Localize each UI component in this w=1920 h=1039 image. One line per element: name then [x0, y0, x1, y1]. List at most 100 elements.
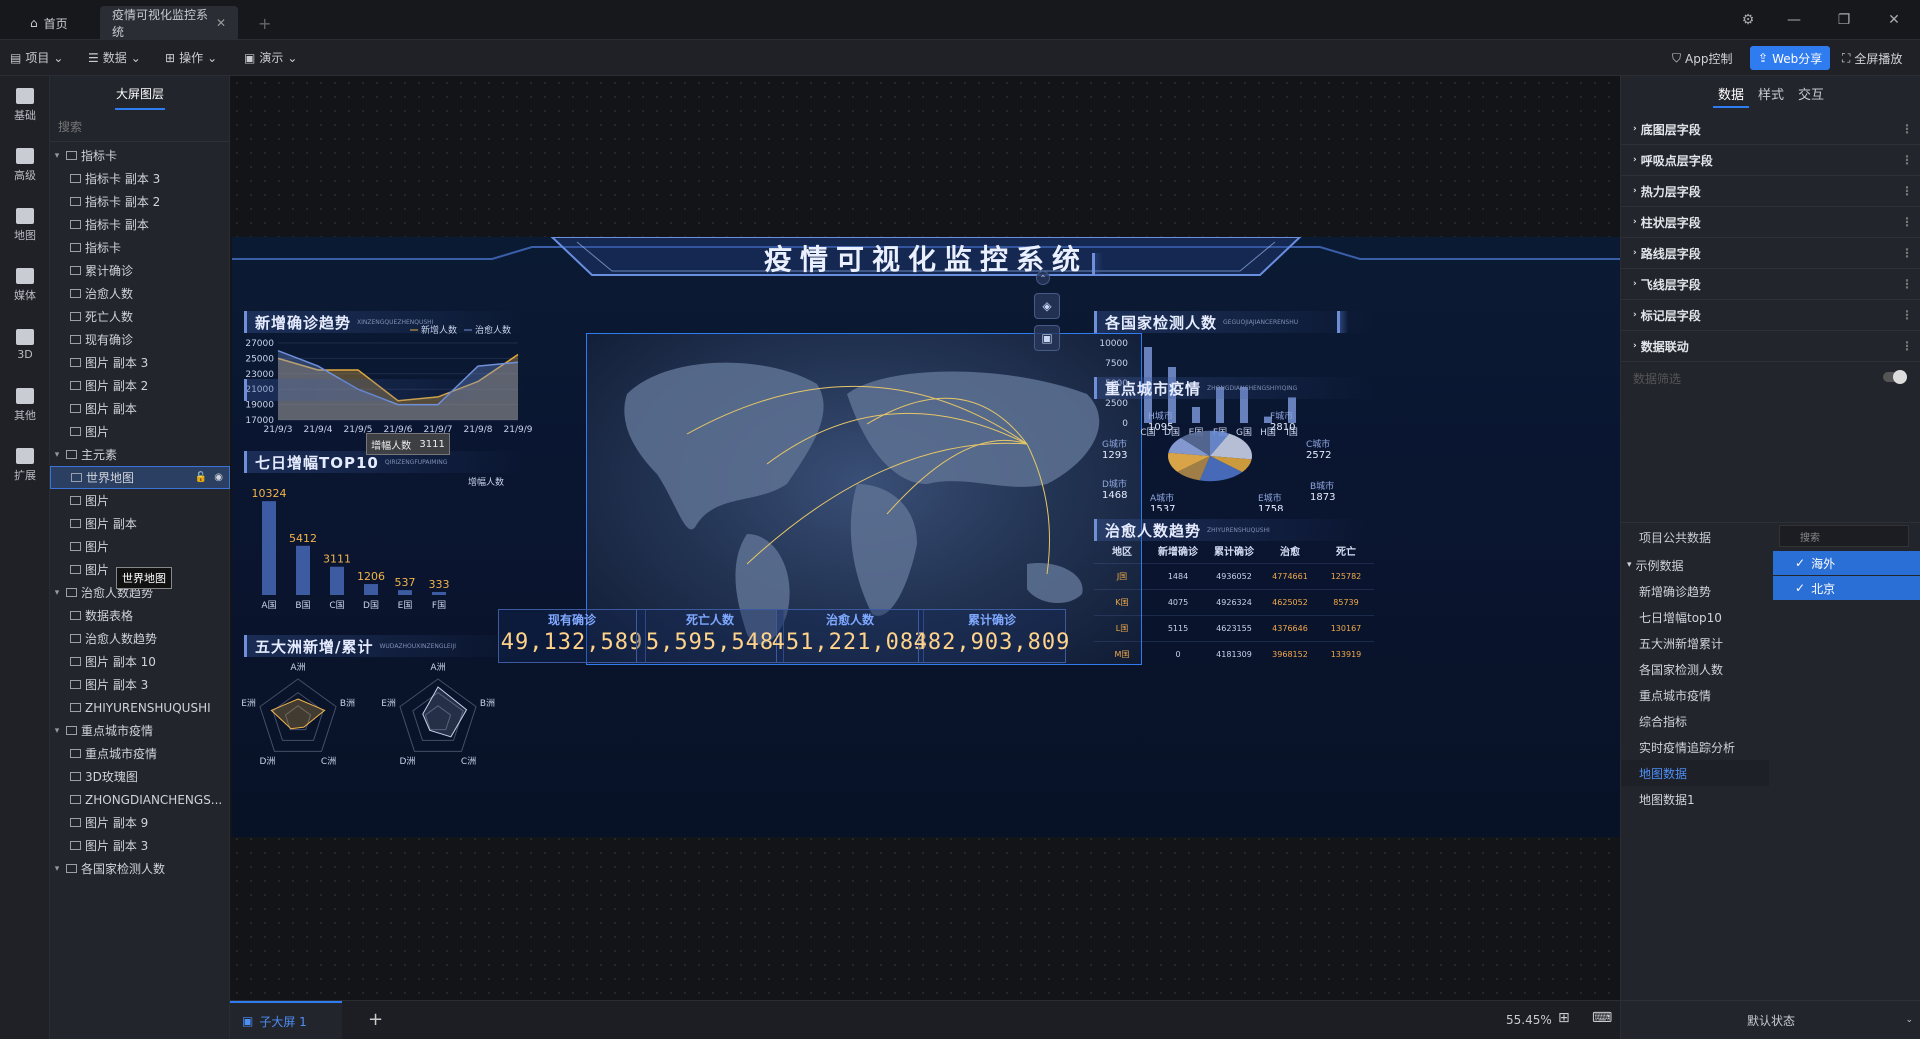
layer-item[interactable]: 图片 副本 2 [50, 374, 230, 397]
menu-operate[interactable]: ⊞ 操作 ⌄ [165, 49, 217, 66]
subscreen-tab[interactable]: ▣ 子大屏 1 [230, 1001, 342, 1039]
minimize-button[interactable]: — [1772, 0, 1816, 40]
layer-item[interactable]: 治愈人数趋势 [50, 627, 230, 650]
dataset-item[interactable]: 综合指标 [1621, 708, 1769, 734]
layer-group[interactable]: ▾ 重点城市疫情 [50, 719, 230, 742]
menu-demo[interactable]: ▣ 演示 ⌄ [244, 49, 297, 66]
dataset-item[interactable]: 地图数据 [1621, 760, 1769, 786]
more-icon[interactable]: ⋮ [1901, 153, 1913, 167]
field-section[interactable]: › 柱状层字段 ⋮ [1621, 207, 1920, 238]
tab-project[interactable]: 疫情可视化监控系统 ✕ [100, 6, 238, 40]
caret-icon[interactable]: ▾ [50, 450, 64, 460]
more-icon[interactable]: ⋮ [1901, 184, 1913, 198]
layer-item[interactable]: 治愈人数 [50, 282, 230, 305]
close-window-button[interactable]: ✕ [1872, 0, 1916, 40]
more-icon[interactable]: ⋮ [1901, 339, 1913, 353]
image-icon[interactable]: ▣ [1034, 325, 1060, 351]
add-subscreen-button[interactable]: + [368, 1009, 383, 1030]
layer-item[interactable]: 图片 副本 [50, 397, 230, 420]
layer-group[interactable]: ▾ 指标卡 [50, 144, 230, 167]
layer-group[interactable]: ▾ 各国家检测人数 [50, 857, 230, 880]
layer-item[interactable]: 世界地图 🔓 ◉ [50, 466, 230, 489]
dataset-search-input[interactable]: 搜索 [1779, 525, 1909, 547]
dataset-item[interactable]: 各国家检测人数 [1621, 656, 1769, 682]
field-section[interactable]: › 底图层字段 ⋮ [1621, 114, 1920, 145]
field-section[interactable]: › 飞线层字段 ⋮ [1621, 269, 1920, 300]
field-section[interactable]: › 标记层字段 ⋮ [1621, 300, 1920, 331]
menu-project[interactable]: ▤ 项目 ⌄ [10, 49, 63, 66]
rail-media[interactable]: 媒体 [0, 256, 50, 314]
layer-item[interactable]: 死亡人数 [50, 305, 230, 328]
caret-icon[interactable]: ▾ [50, 151, 64, 161]
layer-item[interactable]: 图片 副本 3 [50, 834, 230, 857]
tab-data[interactable]: 数据 [1718, 84, 1744, 103]
layer-item[interactable]: 3D玫瑰图 [50, 765, 230, 788]
check-beijing[interactable]: ✓ 北京 [1773, 576, 1920, 600]
caret-icon[interactable]: ▾ [50, 726, 64, 736]
field-section[interactable]: › 路线层字段 ⋮ [1621, 238, 1920, 269]
layer-item[interactable]: 图片 副本 9 [50, 811, 230, 834]
map-collapse-icon[interactable]: ⌃ [1036, 271, 1050, 285]
fullscreen-button[interactable]: ⛶ 全屏播放 [1834, 46, 1910, 70]
eye-icon[interactable]: ◉ [214, 472, 223, 483]
fit-screen-icon[interactable]: ⊞ [1558, 1010, 1570, 1026]
check-overseas[interactable]: ✓ 海外 [1773, 551, 1920, 575]
layer-item[interactable]: 图片 副本 [50, 512, 230, 535]
more-icon[interactable]: ⋮ [1901, 246, 1913, 260]
more-icon[interactable]: ⋮ [1901, 277, 1913, 291]
dataset-item[interactable]: 七日增幅top10 [1621, 604, 1769, 630]
dashboard-screen[interactable]: 疫情可视化监控系统 新增确诊趋势 XINZENGQUEZHENQUSHI 2700… [232, 237, 1620, 837]
zoom-level[interactable]: 55.45% [1506, 1013, 1552, 1027]
layer-item[interactable]: ZHIYURENSHUQUSHI [50, 696, 230, 719]
dataset-item[interactable]: 五大洲新增累计 [1621, 630, 1769, 656]
keyboard-icon[interactable]: ⌨ [1592, 1010, 1612, 1026]
state-selector[interactable]: 默认状态 ⌄ [1621, 1000, 1920, 1039]
lock-icon[interactable]: 🔓 [195, 472, 207, 483]
layer-item[interactable]: 图片 副本 3 [50, 351, 230, 374]
more-icon[interactable]: ⋮ [1901, 308, 1913, 322]
app-control-button[interactable]: ⛉ App控制 [1664, 46, 1740, 70]
layer-item[interactable]: 指标卡 副本 2 [50, 190, 230, 213]
menu-data[interactable]: ☰ 数据 ⌄ [88, 49, 141, 66]
layer-group[interactable]: ▾ 主元素 [50, 443, 230, 466]
layer-item[interactable]: 图片 副本 3 [50, 673, 230, 696]
rail-other[interactable]: 其他 [0, 376, 50, 434]
more-icon[interactable]: ⋮ [1901, 215, 1913, 229]
layer-item[interactable]: ZHONGDIANCHENGS... [50, 788, 230, 811]
dataset-item[interactable]: 地图数据1 [1621, 786, 1769, 812]
rail-basic[interactable]: 基础 [0, 76, 50, 134]
layer-item[interactable]: 指标卡 [50, 236, 230, 259]
dataset-item[interactable]: 新增确诊趋势 [1621, 578, 1769, 604]
layer-item[interactable]: 重点城市疫情 [50, 742, 230, 765]
layer-item[interactable]: 图片 [50, 535, 230, 558]
data-filter-toggle[interactable] [1883, 370, 1907, 384]
field-section[interactable]: › 热力层字段 ⋮ [1621, 176, 1920, 207]
rail-3d[interactable]: 3D [0, 316, 50, 374]
dataset-item[interactable]: 重点城市疫情 [1621, 682, 1769, 708]
tab-interact[interactable]: 交互 [1798, 84, 1824, 103]
layer-panel-title[interactable]: 大屏图层 [50, 76, 230, 110]
layer-item[interactable]: 累计确诊 [50, 259, 230, 282]
add-tab-button[interactable]: + [246, 6, 283, 40]
layer-item[interactable]: 指标卡 副本 3 [50, 167, 230, 190]
tab-style[interactable]: 样式 [1758, 84, 1784, 103]
layer-search-input[interactable]: 搜索 [50, 112, 230, 142]
rail-map[interactable]: 地图 [0, 196, 50, 254]
layer-item[interactable]: 图片 副本 10 [50, 650, 230, 673]
layer-item[interactable]: 图片 [50, 489, 230, 512]
layers-icon[interactable]: ◈ [1034, 293, 1060, 319]
rail-advanced[interactable]: 高级 [0, 136, 50, 194]
dataset-item[interactable]: ▾ 示例数据 [1621, 552, 1769, 578]
field-section[interactable]: › 呼吸点层字段 ⋮ [1621, 145, 1920, 176]
caret-icon[interactable]: ▾ [50, 588, 64, 598]
web-share-button[interactable]: ⇪ Web分享 [1750, 46, 1831, 70]
field-section[interactable]: › 数据联动 ⋮ [1621, 331, 1920, 362]
caret-icon[interactable]: ▾ [50, 864, 64, 874]
close-icon[interactable]: ✕ [216, 16, 226, 30]
layer-item[interactable]: 图片 [50, 420, 230, 443]
dataset-item[interactable]: 实时疫情追踪分析 [1621, 734, 1769, 760]
more-icon[interactable]: ⋮ [1901, 122, 1913, 136]
layer-item[interactable]: 指标卡 副本 [50, 213, 230, 236]
restore-button[interactable]: ❐ [1822, 0, 1866, 40]
layer-item[interactable]: 数据表格 [50, 604, 230, 627]
